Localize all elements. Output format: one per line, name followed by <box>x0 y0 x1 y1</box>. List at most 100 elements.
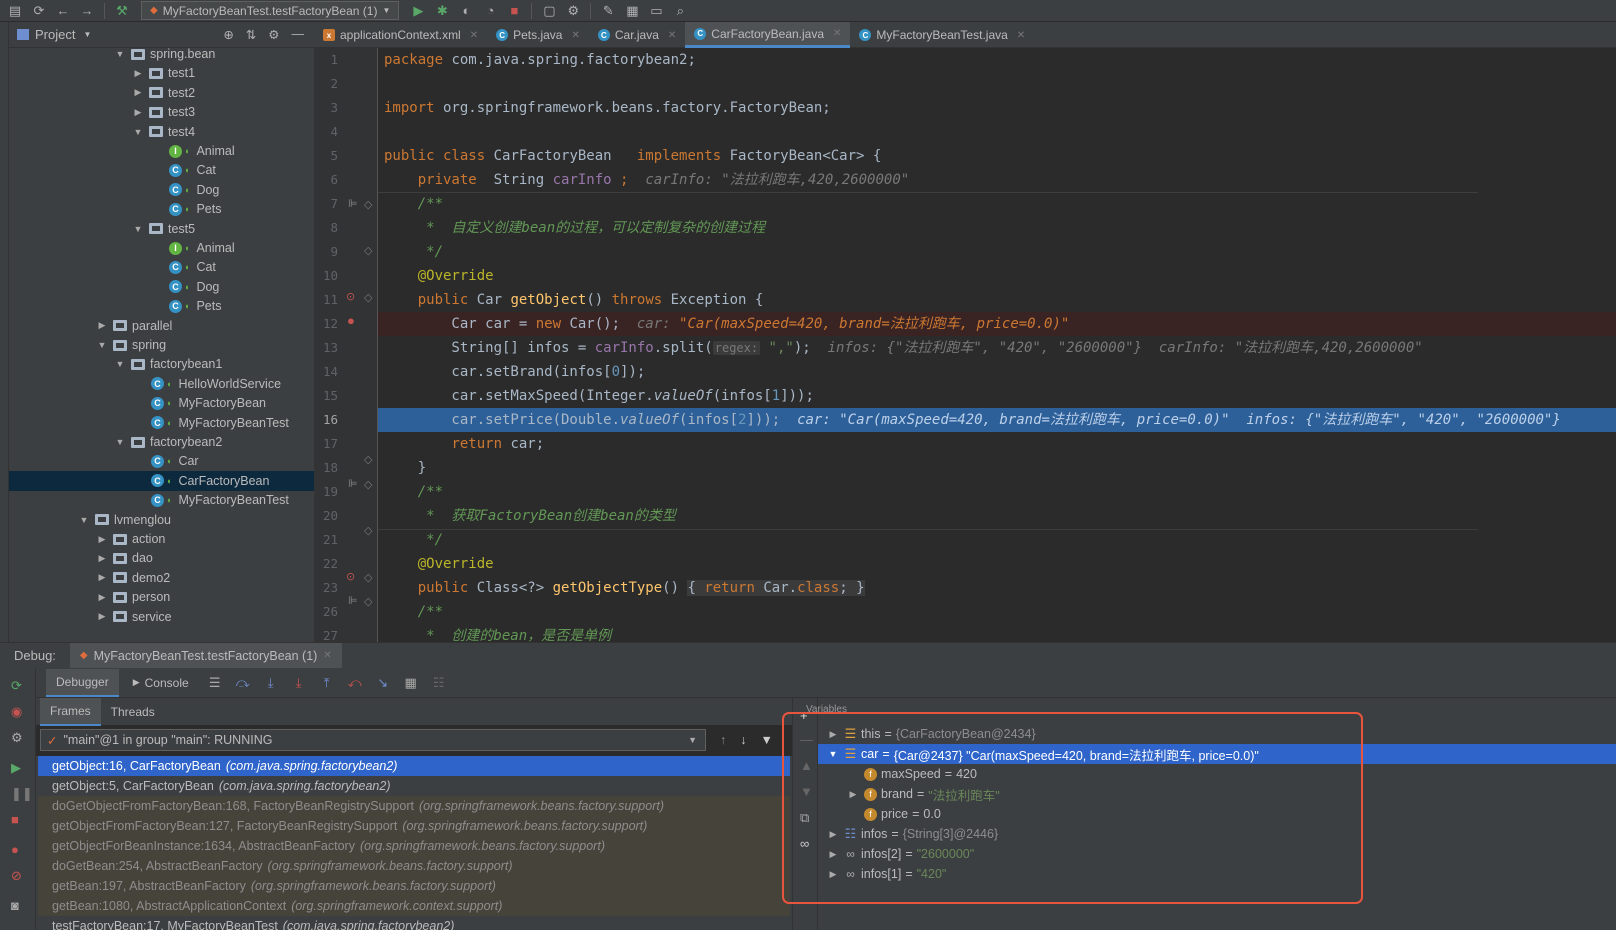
chevron-right-icon[interactable]: ▶ <box>826 729 840 740</box>
close-icon[interactable]: ✕ <box>571 30 579 41</box>
chevron-right-icon[interactable]: ▶ <box>97 592 107 603</box>
view-breakpoints-icon[interactable]: ● <box>11 842 19 857</box>
variable-row[interactable]: ▼ ☰ car = {Car@2437} "Car(maxSpeed=420, bran… <box>818 744 1616 764</box>
stop-icon[interactable]: ■ <box>503 1 525 21</box>
settings-icon[interactable]: ⚙ <box>562 1 584 21</box>
breakpoint-icon[interactable]: ● <box>347 313 355 328</box>
chevron-down-icon[interactable]: ▼ <box>97 340 107 350</box>
close-icon[interactable]: ✕ <box>470 30 478 41</box>
chevron-right-icon[interactable]: ▶ <box>97 572 107 583</box>
chevron-right-icon[interactable]: ▶ <box>133 68 143 79</box>
editor-tab[interactable]: C Car.java ✕ <box>589 22 685 48</box>
hide-icon[interactable]: — <box>292 27 305 42</box>
locate-icon[interactable]: ⊕ <box>223 27 233 42</box>
trace-icon[interactable]: ☷ <box>427 675 451 691</box>
tree-item[interactable]: ▼ test4 <box>9 122 314 142</box>
chevron-right-icon[interactable]: ▶ <box>133 87 143 98</box>
filter-icon[interactable]: ▼ <box>761 733 773 747</box>
tab-debugger[interactable]: Debugger <box>46 668 119 697</box>
tree-item[interactable]: C ◖ Cat <box>9 160 314 180</box>
tree-item[interactable]: ▶ person <box>9 587 314 607</box>
tree-item[interactable]: C ◖ Dog <box>9 277 314 297</box>
tab-frames[interactable]: Frames <box>40 697 101 726</box>
step-over-icon[interactable]: ⤼ <box>231 675 255 691</box>
wrench-icon[interactable]: ✎ <box>597 1 619 21</box>
debug-icon[interactable]: ✱ <box>431 1 453 21</box>
tree-item[interactable]: ▼ factorybean2 <box>9 432 314 452</box>
frame-row[interactable]: getObjectFromFactoryBean:127, FactoryBea… <box>38 816 790 836</box>
variable-row[interactable]: f price = 0.0 <box>818 804 1616 824</box>
terminal-icon[interactable]: ▭ <box>645 1 667 21</box>
tree-item[interactable]: ▶ action <box>9 529 314 549</box>
sync-icon[interactable]: ⟳ <box>28 1 50 21</box>
fold-icon[interactable]: ⊫ <box>348 477 358 490</box>
tree-item[interactable]: C ◖ HelloWorldService <box>9 374 314 394</box>
tree-item[interactable]: C ◖ MyFactoryBeanTest <box>9 490 314 510</box>
close-icon[interactable]: ✕ <box>1017 30 1025 41</box>
back-icon[interactable]: ← <box>52 1 74 21</box>
tree-item[interactable]: C ◖ CarFactoryBean <box>9 470 314 491</box>
tree-item[interactable]: ▶ dao <box>9 548 314 568</box>
debug-session-tab[interactable]: ◆ MyFactoryBeanTest.testFactoryBean (1) … <box>69 642 342 669</box>
tree-item[interactable]: ▶ demo2 <box>9 568 314 588</box>
tree-item[interactable]: C ◖ MyFactoryBeanTest <box>9 413 314 433</box>
fold-icon[interactable]: ◇ <box>364 524 372 537</box>
camera-icon[interactable]: ◙ <box>11 898 19 913</box>
move-down-icon[interactable]: ▼ <box>800 784 813 799</box>
modify-config-icon[interactable]: ◉ <box>11 704 22 720</box>
remove-watch-icon[interactable]: — <box>800 732 813 747</box>
editor-tab[interactable]: x applicationContext.xml ✕ <box>314 22 487 48</box>
fold-icon[interactable]: ◇ <box>364 244 372 257</box>
chevron-down-icon[interactable]: ▼ <box>133 127 143 137</box>
copy-icon[interactable]: ⧉ <box>800 810 809 826</box>
tree-item[interactable]: ▼ lvmenglou <box>9 510 314 530</box>
rerun-icon[interactable]: ⟳ <box>11 678 22 694</box>
step-out-icon[interactable]: ⤒ <box>315 675 339 691</box>
evaluate-icon[interactable]: ▦ <box>399 675 423 691</box>
pause-icon[interactable]: ❚❚ <box>11 786 33 802</box>
run-to-cursor-icon[interactable]: ↘ <box>371 675 395 691</box>
chevron-right-icon[interactable]: ▶ <box>826 829 840 840</box>
collapse-icon[interactable]: ⇅ <box>246 27 256 42</box>
frame-row[interactable]: getObject:5, CarFactoryBean (com.java.spr… <box>38 776 790 796</box>
frame-row[interactable]: getBean:1080, AbstractApplicationContext… <box>38 896 790 916</box>
force-step-into-icon[interactable]: ⤓ <box>287 675 311 691</box>
arrow-up-icon[interactable]: ↑ <box>720 733 726 747</box>
menu-icon[interactable]: ☰ <box>203 675 227 691</box>
frame-row[interactable]: getBean:197, AbstractBeanFactory (org.spr… <box>38 876 790 896</box>
close-icon[interactable]: ✕ <box>323 650 331 661</box>
chevron-down-icon[interactable]: ▼ <box>133 224 143 234</box>
fold-icon[interactable]: ◇ <box>364 595 372 608</box>
frame-row[interactable]: getObjectForBeanInstance:1634, AbstractB… <box>38 836 790 856</box>
chevron-right-icon[interactable]: ▶ <box>846 789 860 800</box>
thread-select[interactable]: ✓ "main"@1 in group "main": RUNNING ▼ <box>40 729 706 751</box>
tree-item[interactable]: ▶ test1 <box>9 63 314 83</box>
tree-item[interactable]: ▼ test5 <box>9 219 314 239</box>
tree-item[interactable]: C ◖ MyFactoryBean <box>9 393 314 413</box>
forward-icon[interactable]: → <box>76 1 98 21</box>
variable-row[interactable]: ▶ f brand = "法拉利跑车" <box>818 784 1616 804</box>
watches-icon[interactable]: ∞ <box>800 836 809 851</box>
tree-item[interactable]: ▼ spring <box>9 335 314 355</box>
stop-icon[interactable]: ■ <box>11 812 19 827</box>
frame-row[interactable]: doGetObjectFromFactoryBean:168, FactoryB… <box>38 796 790 816</box>
frame-row[interactable]: getObject:16, CarFactoryBean (com.java.sp… <box>38 756 790 776</box>
tree-item[interactable]: C ◖ Pets <box>9 199 314 219</box>
variable-row[interactable]: f maxSpeed = 420 <box>818 764 1616 784</box>
frame-row[interactable]: doGetBean:254, AbstractBeanFactory (org.s… <box>38 856 790 876</box>
fold-icon[interactable]: ⊫ <box>348 594 358 607</box>
run-config-select[interactable]: ◆ MyFactoryBeanTest.testFactoryBean (1) … <box>141 1 400 20</box>
chevron-right-icon[interactable]: ▶ <box>133 107 143 118</box>
resume-icon[interactable]: ▶ <box>11 760 21 776</box>
override-icon[interactable]: ⊙ <box>346 290 355 303</box>
chevron-right-icon[interactable]: ▶ <box>97 611 107 622</box>
drop-frame-icon[interactable]: ⤺ <box>343 675 367 691</box>
tree-item[interactable]: C ◖ Dog <box>9 180 314 200</box>
code-editor[interactable]: package com.java.spring.factorybean2; im… <box>378 48 1616 642</box>
chevron-right-icon[interactable]: ▶ <box>826 869 840 880</box>
editor-tab[interactable]: C MyFactoryBeanTest.java ✕ <box>850 22 1034 48</box>
fold-icon[interactable]: ◇ <box>364 478 372 491</box>
tree-item[interactable]: ▶ test3 <box>9 102 314 122</box>
attach-icon[interactable]: ▢ <box>538 1 560 21</box>
gear-icon[interactable]: ⚙ <box>268 27 279 42</box>
